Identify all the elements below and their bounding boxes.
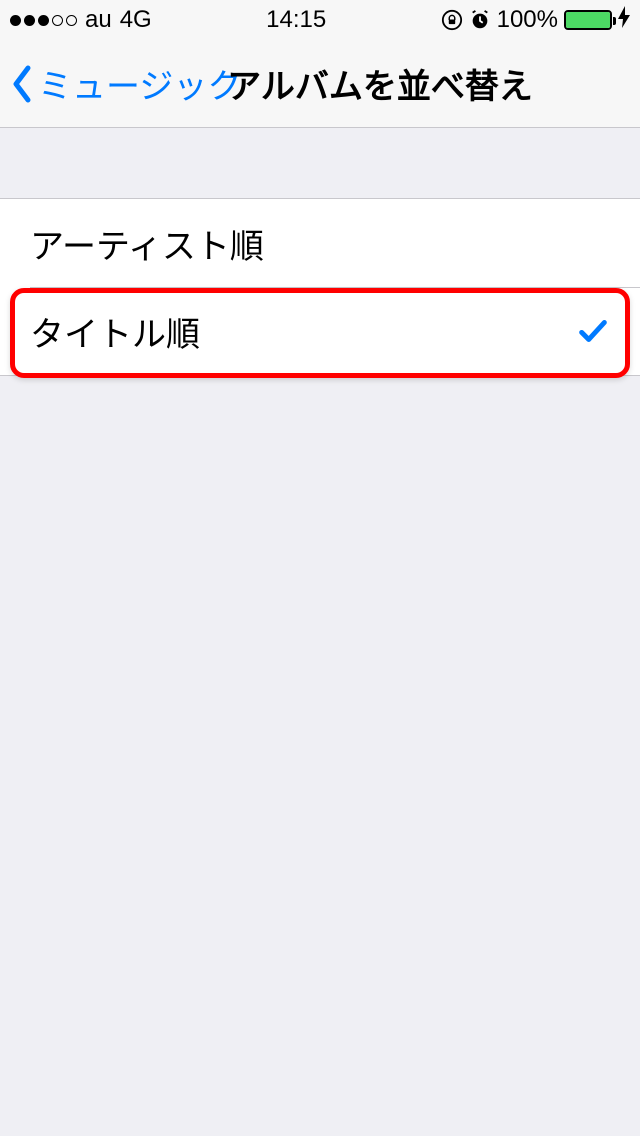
sort-options-list: アーティスト順 タイトル順 [0, 198, 640, 376]
navigation-bar: ミュージック アルバムを並べ替え [0, 40, 640, 128]
charging-icon [618, 6, 630, 34]
clock-time: 14:15 [266, 6, 326, 34]
signal-strength-icon [10, 15, 77, 26]
battery-percentage: 100% [497, 6, 558, 34]
network-label: 4G [120, 6, 152, 34]
status-left: au 4G [10, 6, 152, 34]
rotation-lock-icon [441, 9, 463, 31]
back-button[interactable]: ミュージック [10, 59, 241, 108]
option-title-order[interactable]: タイトル順 [0, 287, 640, 375]
checkmark-icon [576, 314, 610, 348]
back-label: ミュージック [38, 59, 241, 108]
option-artist-order[interactable]: アーティスト順 [0, 199, 640, 287]
carrier-label: au [85, 6, 112, 34]
page-title: アルバムを並べ替え [227, 59, 533, 108]
battery-icon [564, 10, 612, 30]
alarm-icon [469, 9, 491, 31]
option-label: アーティスト順 [30, 219, 264, 268]
status-bar: au 4G 14:15 100% [0, 0, 640, 40]
chevron-left-icon [10, 64, 34, 104]
status-right: 100% [441, 6, 630, 34]
option-label: タイトル順 [30, 307, 200, 356]
